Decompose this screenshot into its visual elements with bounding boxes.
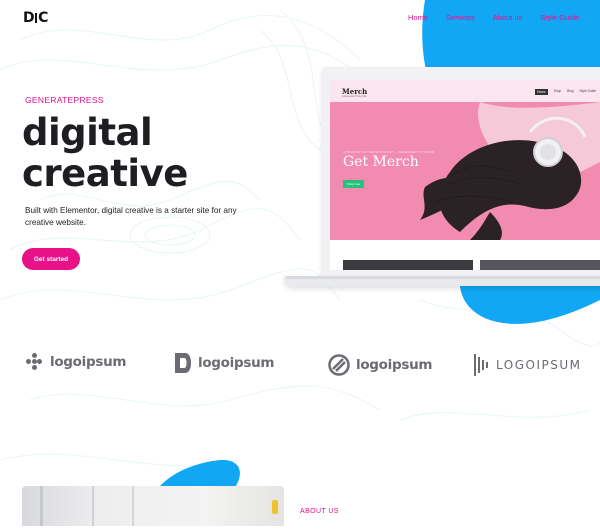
mockup-shop-button: Shop now bbox=[343, 180, 364, 188]
bracket-shape-icon bbox=[175, 353, 191, 373]
nav-home[interactable]: Home bbox=[408, 13, 428, 22]
client-logo-4-text: LOGOIPSUM bbox=[496, 358, 582, 372]
mockup-hero: A PRODUCT IN THE SPOTLIGHT — DESIGNED TO… bbox=[330, 102, 600, 240]
client-logo-3-text: logoipsum bbox=[356, 357, 433, 373]
client-logo-2: logoipsum bbox=[174, 352, 274, 374]
logo-divider bbox=[35, 13, 38, 23]
mockup-nav-item: Style Guide bbox=[579, 89, 596, 93]
nav-style-guide[interactable]: Style Guide bbox=[540, 13, 579, 22]
bars-icon bbox=[474, 354, 488, 376]
client-logos: logoipsum logoipsum logoipsum LOGOIPSUM bbox=[0, 350, 600, 380]
laptop-base-lip bbox=[286, 276, 600, 279]
mockup-title: Get Merch bbox=[343, 154, 419, 170]
nav-about-us[interactable]: About us bbox=[493, 13, 523, 22]
hero-title-line-1: digital bbox=[22, 111, 153, 154]
mockup-brand-sub: A Generate Press Site bbox=[342, 95, 367, 98]
about-image bbox=[22, 486, 284, 526]
hero-description: Built with Elementor, digital creative i… bbox=[25, 206, 237, 227]
logo-letter-left: D bbox=[23, 10, 35, 26]
mockup-thumbnail bbox=[343, 260, 473, 270]
client-logo-3: logoipsum bbox=[328, 354, 432, 376]
about-photo-details bbox=[40, 486, 278, 526]
mockup-nav: Home Shop Blog Style Guide bbox=[535, 89, 596, 95]
mockup-nav-item: Blog bbox=[567, 89, 574, 93]
mockup-thumbnail bbox=[480, 260, 600, 270]
mockup-nav-item: Home bbox=[535, 89, 548, 95]
nav-services[interactable]: Services bbox=[446, 13, 475, 22]
mockup-header: Merch A Generate Press Site Home Shop Bl… bbox=[330, 80, 600, 102]
client-logo-2-text: logoipsum bbox=[198, 355, 275, 371]
client-logo-1: logoipsum bbox=[24, 352, 126, 372]
dots-cluster-icon bbox=[26, 353, 42, 370]
get-started-button[interactable]: Get started bbox=[22, 248, 80, 270]
main-nav: Home Services About us Style Guide bbox=[408, 13, 579, 22]
hero-title-line-2: creative bbox=[22, 152, 188, 195]
logo-letter-right: C bbox=[38, 10, 48, 26]
client-logo-4: LOGOIPSUM bbox=[474, 354, 581, 376]
headphones-hair-image bbox=[420, 102, 600, 240]
client-logo-1-text: logoipsum bbox=[50, 354, 127, 370]
circle-slash-icon bbox=[328, 354, 350, 376]
mockup-website: Merch A Generate Press Site Home Shop Bl… bbox=[330, 80, 600, 270]
mockup-nav-item: Shop bbox=[553, 89, 562, 93]
site-logo[interactable]: DC bbox=[23, 10, 48, 26]
hero-eyebrow: GENERATEPRESS bbox=[25, 95, 104, 105]
hero-title: digital creative bbox=[22, 112, 222, 194]
